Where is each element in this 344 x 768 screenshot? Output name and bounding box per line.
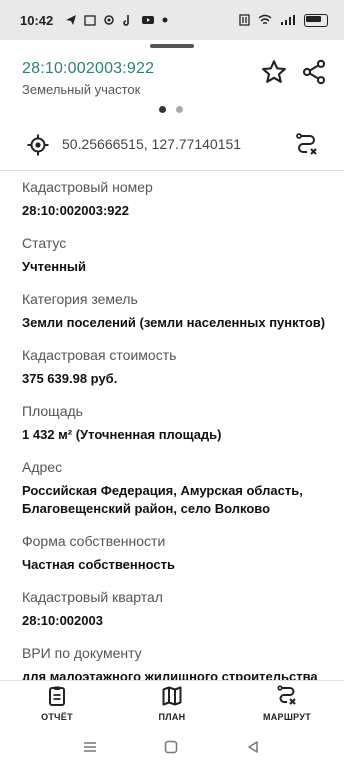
page-subtitle: Земельный участок bbox=[22, 82, 141, 97]
field-value: 375 639.98 руб. bbox=[22, 371, 118, 386]
field-value[interactable]: 28:10:002003 bbox=[22, 612, 332, 630]
nav-label: ОТЧЁТ bbox=[41, 712, 73, 722]
coordinates-text[interactable]: 50.25666515, 127.77140151 bbox=[62, 136, 241, 152]
field-cadastral-quarter: Кадастровый квартал 28:10:002003 bbox=[22, 588, 332, 630]
divider bbox=[0, 170, 344, 171]
field-label: Форма собственности bbox=[22, 533, 166, 549]
system-nav-bar bbox=[0, 728, 344, 768]
route-icon bbox=[277, 685, 296, 705]
coordinates-bar: 50.25666515, 127.77140151 bbox=[14, 124, 330, 166]
nfc-icon bbox=[239, 14, 250, 26]
field-label: Категория земель bbox=[22, 291, 138, 307]
field-area: Площадь 1 432 м² (Уточненная площадь) bbox=[22, 402, 332, 444]
field-cadastral-value: Кадастровая стоимость 375 639.98 руб. bbox=[22, 346, 332, 388]
signal-icon bbox=[281, 15, 295, 25]
field-value: Российская Федерация, Амурская область, … bbox=[22, 483, 303, 516]
field-value: Земли поселений (земли населенных пункто… bbox=[22, 315, 326, 330]
youtube-icon bbox=[142, 16, 155, 24]
field-label: ВРИ по документу bbox=[22, 645, 142, 661]
telegram-icon bbox=[66, 15, 77, 25]
field-label: Кадастровая стоимость bbox=[22, 347, 177, 363]
field-label: Статус bbox=[22, 235, 67, 251]
status-bar: 10:42 bbox=[0, 0, 344, 40]
field-label: Площадь bbox=[22, 403, 83, 419]
nav-label: ПЛАН bbox=[158, 712, 186, 722]
pager-dot-active[interactable] bbox=[159, 106, 166, 113]
nav-plan-button[interactable]: ПЛАН bbox=[132, 685, 212, 722]
wifi-icon bbox=[258, 14, 272, 25]
nav-label: МАРШРУТ bbox=[262, 712, 312, 722]
system-icons bbox=[239, 13, 328, 27]
field-ownership: Форма собственности Частная собственност… bbox=[22, 532, 332, 574]
field-cadastral-number: Кадастровый номер 28:10:002003:922 bbox=[22, 178, 332, 220]
field-address: Адрес Российская Федерация, Амурская обл… bbox=[22, 458, 332, 518]
page-title: 28:10:002003:922 bbox=[22, 60, 155, 77]
menu-icon[interactable] bbox=[82, 740, 98, 754]
field-value: Учтенный bbox=[22, 259, 87, 274]
nav-route-button[interactable]: МАРШРУТ bbox=[247, 685, 327, 722]
route-clear-icon[interactable] bbox=[294, 132, 320, 158]
gps-target-icon[interactable] bbox=[26, 133, 50, 157]
notification-icons bbox=[65, 14, 168, 26]
property-fields: Кадастровый номер 28:10:002003:922 Стату… bbox=[22, 178, 332, 700]
nav-report-button[interactable]: ОТЧЁТ bbox=[17, 685, 97, 722]
field-value: 1 432 м² (Уточненная площадь) bbox=[22, 427, 222, 442]
map-icon bbox=[162, 686, 182, 706]
star-icon bbox=[262, 60, 286, 83]
tiktok-icon bbox=[123, 15, 130, 26]
share-button[interactable] bbox=[300, 58, 328, 86]
battery-icon bbox=[304, 13, 328, 27]
pager-dot[interactable] bbox=[176, 106, 183, 113]
sheet-drag-handle[interactable] bbox=[150, 44, 194, 48]
field-land-category: Категория земель Земли поселений (земли … bbox=[22, 290, 332, 332]
field-label: Кадастровый квартал bbox=[22, 589, 163, 605]
settings-icon bbox=[104, 15, 114, 25]
back-icon[interactable] bbox=[246, 740, 260, 754]
report-icon bbox=[49, 686, 65, 706]
favorite-button[interactable] bbox=[260, 58, 288, 86]
dot-icon bbox=[162, 17, 168, 23]
field-label: Кадастровый номер bbox=[22, 179, 153, 195]
field-label: Адрес bbox=[22, 459, 63, 475]
pager-dots bbox=[159, 106, 183, 113]
field-value[interactable]: 28:10:002003:922 bbox=[22, 202, 332, 220]
status-time: 10:42 bbox=[20, 12, 54, 28]
calendar-icon bbox=[84, 15, 96, 26]
field-value: Частная собственность bbox=[22, 557, 175, 572]
share-icon bbox=[302, 59, 326, 85]
home-icon[interactable] bbox=[164, 740, 178, 754]
field-status: Статус Учтенный bbox=[22, 234, 332, 276]
bottom-nav: ОТЧЁТ ПЛАН МАРШРУТ bbox=[0, 680, 344, 729]
